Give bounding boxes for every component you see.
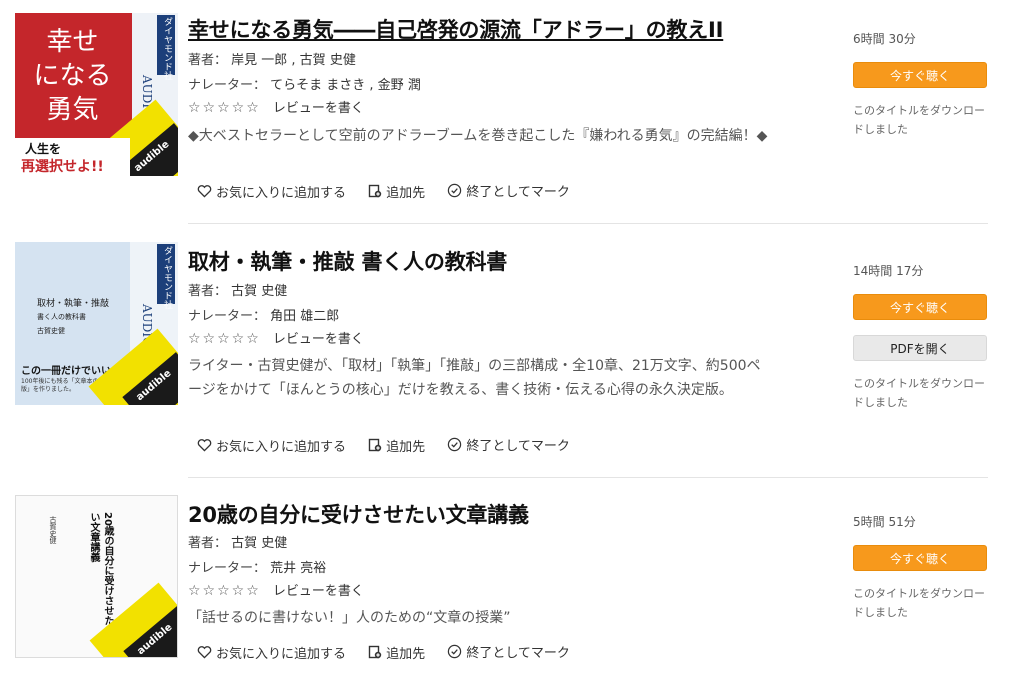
book-description: 「話せるのに書けない！」人のための“文章の授業” bbox=[188, 610, 511, 626]
book-cover-image[interactable]: 幸せ になる 勇気 ダイヤモンド社 AUDIO BOOK audible 人生を… bbox=[15, 13, 178, 176]
narrator-label: ナレーター： bbox=[188, 561, 267, 576]
add-favorite-label: お気に入りに追加する bbox=[216, 185, 347, 201]
mark-finished-button[interactable]: 終了としてマーク bbox=[447, 181, 570, 200]
add-favorite-label: お気に入りに追加する bbox=[216, 439, 347, 455]
star-rating-icon[interactable]: ☆☆☆☆☆ bbox=[188, 100, 261, 116]
rating-row: ☆☆☆☆☆ レビューを書く bbox=[188, 580, 364, 599]
book-length: 14時間 17分 bbox=[853, 264, 924, 278]
mark-finished-button[interactable]: 終了としてマーク bbox=[447, 435, 570, 454]
write-review-link[interactable]: レビューを書く bbox=[273, 332, 364, 347]
book-length: 5時間 51分 bbox=[853, 515, 916, 529]
library-list: 幸せ になる 勇気 ダイヤモンド社 AUDIO BOOK audible 人生を… bbox=[0, 0, 1024, 677]
book-title-link[interactable]: 幸せになる勇気――自己啓発の源流「アドラー」の教えII bbox=[188, 14, 723, 44]
action-row: お気に入りに追加する 追加先 終了としてマーク bbox=[197, 642, 588, 663]
author-link[interactable]: 古賀 史健 bbox=[231, 536, 287, 551]
add-to-collection-button[interactable]: 追加先 bbox=[368, 436, 425, 455]
cover-subtitle: 書く人の教科書 bbox=[37, 313, 86, 321]
book-description: ライター・古賀史健が、「取材」「執筆」「推敲」の三部構成・全10章、21万文字、… bbox=[188, 358, 761, 398]
author-row: 著者： 岸見 一郎 , 古賀 史健 bbox=[188, 49, 356, 68]
cover-title-line: になる bbox=[33, 61, 112, 91]
rating-row: ☆☆☆☆☆ レビューを書く bbox=[188, 328, 364, 347]
item-side-panel: 5時間 51分 今すぐ聴く このタイトルをダウンロードしました bbox=[853, 513, 987, 622]
mark-finished-label: 終了としてマーク bbox=[466, 439, 570, 454]
listen-now-button[interactable]: 今すぐ聴く bbox=[853, 62, 987, 88]
author-label: 著者： bbox=[188, 536, 228, 551]
narrator-row: ナレーター： 角田 雄二郎 bbox=[188, 305, 339, 324]
cover-author: 古賀史健 bbox=[37, 327, 65, 335]
cover-title: 20歳の自分に受けさせたい文章講義 bbox=[88, 512, 113, 626]
narrator-row: ナレーター： 荒井 亮裕 bbox=[188, 557, 326, 576]
divider bbox=[188, 223, 988, 224]
cover-author: 古賀史健 bbox=[49, 516, 57, 544]
cover-title: 取材・執筆・推敲 bbox=[37, 299, 110, 309]
star-rating-icon[interactable]: ☆☆☆☆☆ bbox=[188, 583, 261, 599]
cover-banner: 人生を 再選択せよ!! bbox=[15, 138, 130, 176]
book-cover-image[interactable]: 取材・執筆・推敲 書く人の教科書 古賀史健 この一冊だけでいい。 100年後にも… bbox=[15, 242, 178, 405]
add-to-collection-button[interactable]: 追加先 bbox=[368, 643, 425, 662]
add-favorite-button[interactable]: お気に入りに追加する bbox=[197, 643, 346, 662]
book-title[interactable]: 20歳の自分に受けさせたい文章講義 bbox=[188, 499, 529, 529]
cover-publisher: ダイヤモンド社 bbox=[162, 246, 172, 309]
narrator-label: ナレーター： bbox=[188, 78, 267, 93]
cover-banner-bottom: 再選択せよ!! bbox=[21, 159, 104, 175]
cover-publisher: ダイヤモンド社 bbox=[162, 17, 172, 80]
write-review-link[interactable]: レビューを書く bbox=[273, 584, 364, 599]
add-to-collection-button[interactable]: 追加先 bbox=[368, 182, 425, 201]
mark-finished-label: 終了としてマーク bbox=[466, 646, 570, 661]
mark-finished-button[interactable]: 終了としてマーク bbox=[447, 642, 570, 661]
narrator-label: ナレーター： bbox=[188, 309, 267, 324]
author-label: 著者： bbox=[188, 284, 228, 299]
author-link[interactable]: 古賀 史健 bbox=[231, 284, 287, 299]
add-to-label: 追加先 bbox=[386, 646, 426, 662]
narrator-link[interactable]: てらそま まさき , 金野 潤 bbox=[270, 78, 421, 93]
item-side-panel: 14時間 17分 今すぐ聴く PDFを開く このタイトルをダウンロードしました bbox=[853, 262, 987, 412]
collection-add-icon bbox=[368, 438, 382, 452]
narrator-link[interactable]: 角田 雄二郎 bbox=[270, 309, 339, 324]
divider bbox=[188, 477, 988, 478]
cover-banner-top: 人生を bbox=[25, 142, 62, 156]
download-status: このタイトルをダウンロードしました bbox=[853, 587, 985, 619]
author-row: 著者： 古賀 史健 bbox=[188, 280, 287, 299]
action-row: お気に入りに追加する 追加先 終了としてマーク bbox=[197, 435, 588, 456]
write-review-link[interactable]: レビューを書く bbox=[273, 101, 364, 116]
item-side-panel: 6時間 30分 今すぐ聴く このタイトルをダウンロードしました bbox=[853, 30, 987, 139]
action-row: お気に入りに追加する 追加先 終了としてマーク bbox=[197, 181, 588, 202]
book-description: ◆大ベストセラーとして空前のアドラーブームを巻き起こした『嫌われる勇気』の完結編… bbox=[188, 128, 768, 144]
add-favorite-label: お気に入りに追加する bbox=[216, 646, 347, 662]
mark-finished-label: 終了としてマーク bbox=[466, 185, 570, 200]
cover-title-line: 幸せ bbox=[46, 27, 99, 57]
book-cover-image[interactable]: 20歳の自分に受けさせたい文章講義 古賀史健 audible bbox=[15, 495, 178, 658]
book-length: 6時間 30分 bbox=[853, 32, 916, 46]
download-status: このタイトルをダウンロードしました bbox=[853, 377, 985, 409]
narrator-link[interactable]: 荒井 亮裕 bbox=[270, 561, 326, 576]
narrator-row: ナレーター： てらそま まさき , 金野 潤 bbox=[188, 74, 421, 93]
download-status: このタイトルをダウンロードしました bbox=[853, 104, 985, 136]
author-link[interactable]: 岸見 一郎 , 古賀 史健 bbox=[231, 53, 356, 68]
add-to-label: 追加先 bbox=[386, 185, 426, 201]
rating-row: ☆☆☆☆☆ レビューを書く bbox=[188, 97, 364, 116]
listen-now-button[interactable]: 今すぐ聴く bbox=[853, 545, 987, 571]
cover-title-line: 勇気 bbox=[46, 95, 99, 125]
heart-icon bbox=[197, 185, 212, 198]
heart-icon bbox=[197, 646, 212, 659]
author-label: 著者： bbox=[188, 53, 228, 68]
heart-icon bbox=[197, 439, 212, 452]
add-to-label: 追加先 bbox=[386, 439, 426, 455]
check-circle-icon bbox=[448, 644, 462, 659]
star-rating-icon[interactable]: ☆☆☆☆☆ bbox=[188, 331, 261, 347]
author-row: 著者： 古賀 史健 bbox=[188, 532, 287, 551]
check-circle-icon bbox=[448, 437, 462, 452]
add-favorite-button[interactable]: お気に入りに追加する bbox=[197, 436, 346, 455]
listen-now-button[interactable]: 今すぐ聴く bbox=[853, 294, 987, 320]
collection-add-icon bbox=[368, 184, 382, 198]
add-favorite-button[interactable]: お気に入りに追加する bbox=[197, 182, 346, 201]
check-circle-icon bbox=[448, 183, 462, 198]
open-pdf-button[interactable]: PDFを開く bbox=[853, 335, 987, 361]
book-title[interactable]: 取材・執筆・推敲 書く人の教科書 bbox=[188, 246, 507, 276]
collection-add-icon bbox=[368, 645, 382, 659]
